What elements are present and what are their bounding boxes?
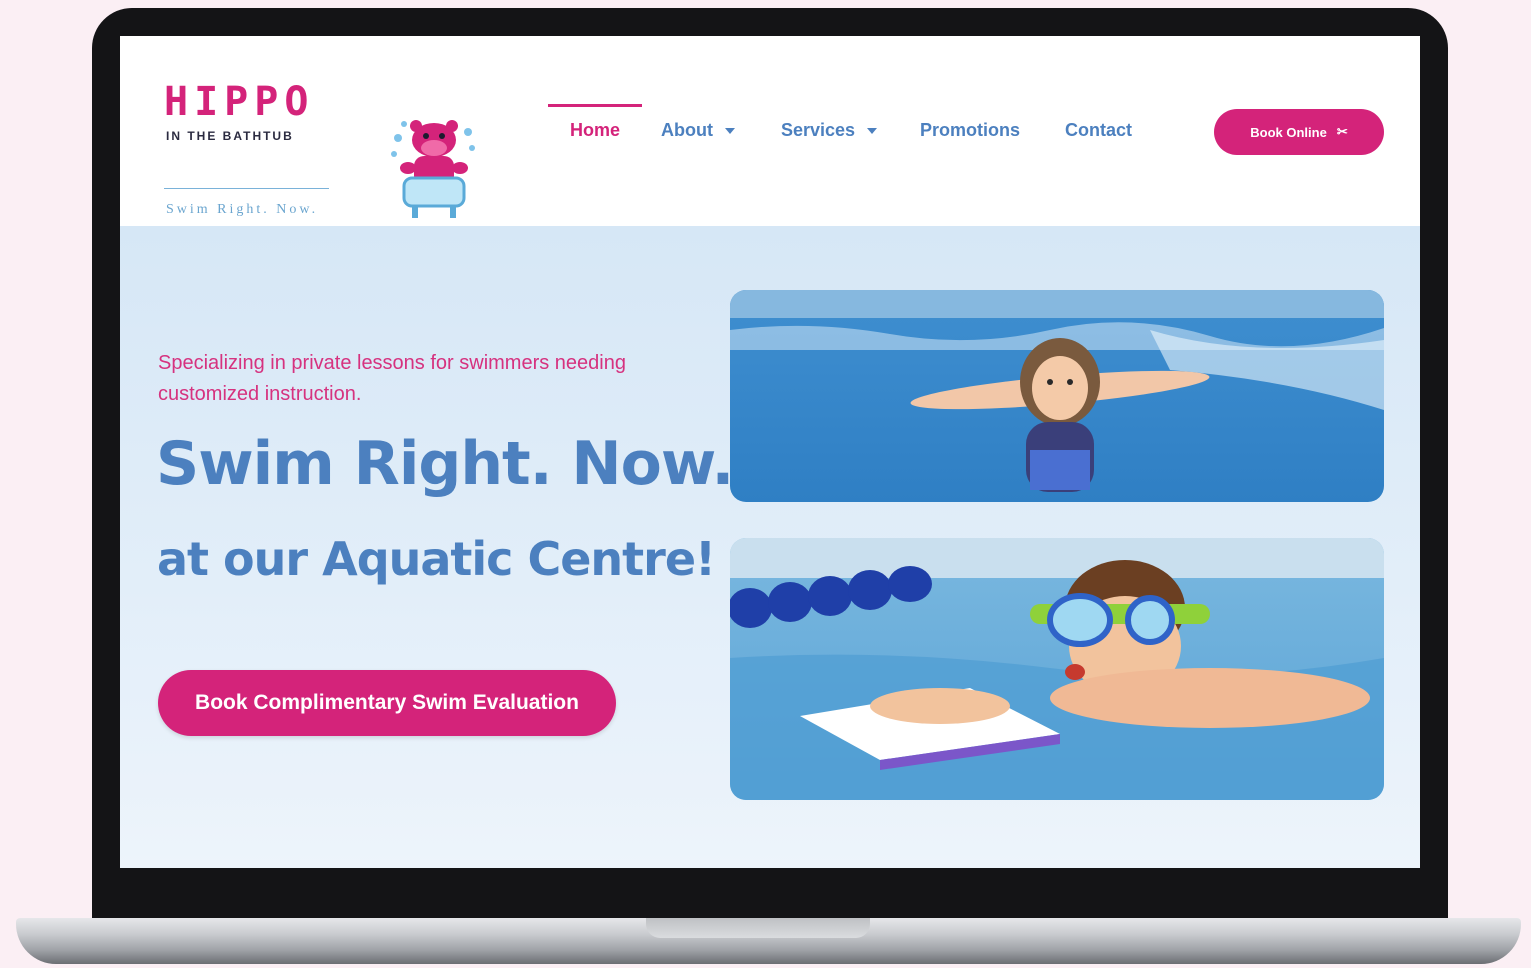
nav-item-label: Contact <box>1065 120 1132 140</box>
nav-item-home[interactable]: Home <box>570 120 620 141</box>
chevron-down-icon <box>724 128 735 135</box>
book-online-button[interactable]: Book Online ✂ <box>1214 109 1384 155</box>
scissors-icon: ✂ <box>1336 124 1348 139</box>
nav-item-label: Promotions <box>920 120 1021 140</box>
nav-item-label: Home <box>570 120 621 140</box>
site-header: HIPPO IN THE BATHTUB Swim Right. Now. Ho… <box>120 36 1420 226</box>
chevron-down-icon <box>867 128 878 135</box>
laptop-opening-notch <box>646 918 870 938</box>
hero-tagline: Specializing in private lessons for swim… <box>158 352 626 405</box>
swimming-girl-image <box>730 290 1384 502</box>
cta-label: Book Complimentary Swim Evaluation <box>195 691 579 714</box>
site-logo[interactable]: HIPPO IN THE BATHTUB Swim Right. Now. <box>164 76 475 218</box>
book-online-label: Book Online <box>1250 124 1327 140</box>
swimming-boy-image <box>730 538 1384 800</box>
laptop-mockup: HIPPO IN THE BATHTUB Swim Right. Now. Ho… <box>0 0 1531 968</box>
nav-item-about[interactable]: About <box>661 120 735 141</box>
logo-wordmark: HIPPO <box>164 79 315 125</box>
nav-item-services[interactable]: Services <box>781 120 878 141</box>
website-screen: HIPPO IN THE BATHTUB Swim Right. Now. Ho… <box>120 36 1420 868</box>
logo-divider <box>164 188 329 189</box>
photo-boy-kickboard <box>730 538 1384 800</box>
hero-subheadline: at our Aquatic Centre! <box>157 532 716 586</box>
nav-item-label: Services <box>781 120 856 140</box>
active-nav-indicator <box>548 104 642 107</box>
photo-girl-swimming <box>730 290 1384 502</box>
nav-item-promotions[interactable]: Promotions <box>920 120 1020 141</box>
nav-item-label: About <box>661 120 713 140</box>
hippo-mascot-icon <box>391 120 475 218</box>
nav-item-contact[interactable]: Contact <box>1065 120 1132 141</box>
hero-headline: Swim Right. Now. <box>156 429 734 499</box>
book-evaluation-button[interactable]: Book Complimentary Swim Evaluation <box>158 670 616 736</box>
logo-tagline: Swim Right. Now. <box>166 202 319 217</box>
logo-subtitle: IN THE BATHTUB <box>166 129 294 143</box>
